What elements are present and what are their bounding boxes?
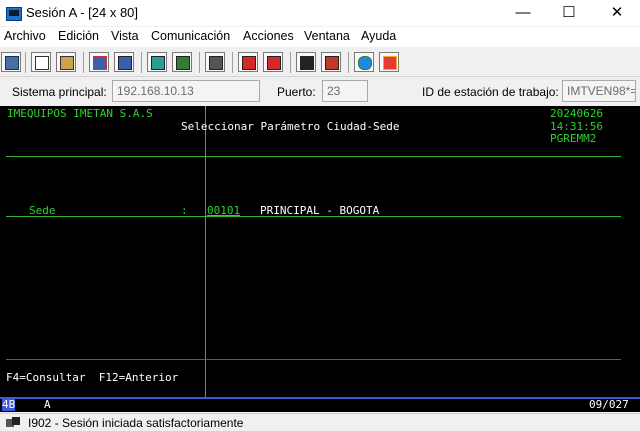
record-macro-icon[interactable]: [238, 52, 258, 72]
minimize-button[interactable]: —: [500, 0, 546, 26]
toolbar: [0, 49, 640, 77]
program-name: PGREMM2: [550, 132, 597, 145]
cursor-position: 09/027: [589, 398, 629, 411]
macro-step-icon[interactable]: [321, 52, 341, 72]
send-file-icon[interactable]: [89, 52, 109, 72]
company-name: IMEQUIPOS IMETAN S.A.S: [7, 107, 153, 120]
status-message: I902 - Sesión iniciada satisfactoriament…: [28, 416, 244, 430]
menu-acciones[interactable]: Acciones: [243, 29, 294, 43]
menu-edicion[interactable]: Edición: [58, 29, 99, 43]
port-label: Puerto:: [277, 85, 316, 99]
host-info-bar: Sistema principal: 192.168.10.13 Puerto:…: [0, 77, 640, 105]
system-label: Sistema principal:: [12, 85, 107, 99]
paste-icon[interactable]: [56, 52, 76, 72]
play-macro-icon[interactable]: [296, 52, 316, 72]
header-separator: [6, 156, 621, 157]
edit-icon[interactable]: [379, 52, 399, 72]
stop-macro-icon[interactable]: [263, 52, 283, 72]
workstation-field[interactable]: IMTVEN98*=: [562, 80, 636, 102]
send-icon[interactable]: [1, 52, 21, 72]
screen-heading: Seleccionar Parámetro Ciudad-Sede: [181, 120, 400, 133]
menu-vista[interactable]: Vista: [111, 29, 139, 43]
menu-bar: Archivo Edición Vista Comunicación Accio…: [0, 27, 640, 47]
close-button[interactable]: ✕: [594, 0, 640, 26]
menu-ayuda[interactable]: Ayuda: [361, 29, 396, 43]
display-alt-icon[interactable]: [172, 52, 192, 72]
screen-date: 20240626: [550, 107, 603, 120]
oia-mode: A: [44, 398, 51, 411]
title-bar: Sesión A - [24 x 80] — ☐ ✕: [0, 0, 640, 26]
app-icon: [6, 7, 22, 21]
window-title: Sesión A - [24 x 80]: [26, 5, 139, 20]
receive-file-icon[interactable]: [114, 52, 134, 72]
toolbar-separator: [141, 52, 142, 73]
workstation-label: ID de estación de trabajo:: [422, 85, 559, 99]
toolbar-separator: [290, 52, 291, 73]
toolbar-separator: [25, 52, 26, 73]
port-field[interactable]: 23: [322, 80, 368, 102]
crosshair-vertical: [205, 106, 206, 397]
menu-ventana[interactable]: Ventana: [304, 29, 350, 43]
footer-separator: [6, 359, 621, 360]
display-icon[interactable]: [147, 52, 167, 72]
oia-indicator: 4B: [2, 398, 16, 411]
operator-info-area: 4B A 09/027: [0, 397, 640, 412]
terminal-screen[interactable]: IMEQUIPOS IMETAN S.A.S Seleccionar Parám…: [0, 106, 640, 397]
crosshair-horizontal: [6, 216, 621, 217]
keyboard-icon[interactable]: [205, 52, 225, 72]
toolbar-separator: [348, 52, 349, 73]
globe-icon[interactable]: [354, 52, 374, 72]
menu-archivo[interactable]: Archivo: [4, 29, 46, 43]
toolbar-separator: [83, 52, 84, 73]
function-keys: F4=Consultar F12=Anterior: [6, 371, 179, 384]
menu-comunicacion[interactable]: Comunicación: [151, 29, 230, 43]
toolbar-separator: [199, 52, 200, 73]
copy-icon[interactable]: [31, 52, 51, 72]
toolbar-separator: [232, 52, 233, 73]
system-field[interactable]: 192.168.10.13: [112, 80, 260, 102]
connection-icon: [6, 417, 20, 427]
status-bar: I902 - Sesión iniciada satisfactoriament…: [0, 413, 640, 431]
maximize-button[interactable]: ☐: [546, 0, 592, 26]
